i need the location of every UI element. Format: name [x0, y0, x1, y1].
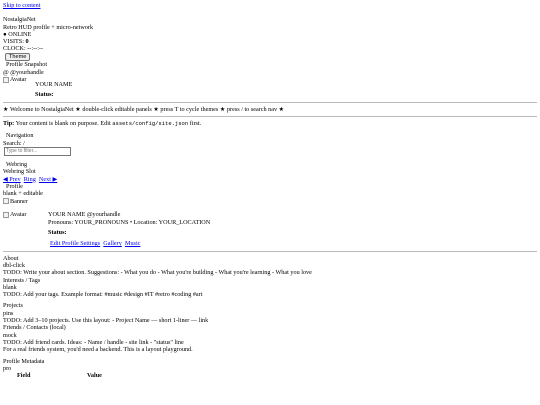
profile-avatar: Avatar: [3, 211, 26, 218]
friends-mode: mock: [3, 331, 17, 339]
welcome-marquee: ★ Welcome to NostalgiaNet ★ double-click…: [3, 105, 285, 113]
skip-to-content-link[interactable]: Skip to content: [3, 2, 40, 9]
profile-title: Profile: [6, 182, 23, 190]
webring-ring-link[interactable]: Ring: [24, 176, 36, 183]
navigation-title: Navigation: [6, 132, 34, 140]
config-path: assets/config/site.json: [112, 120, 189, 128]
metadata-mode: pro: [3, 364, 12, 372]
theme-button[interactable]: Theme: [5, 52, 31, 62]
friends-note: For a real friends system, you'd need a …: [3, 346, 193, 354]
snapshot-title: Profile Snapshot: [6, 61, 48, 69]
visits-counter: VISITS: 0: [3, 38, 29, 46]
profile-pronouns-location: Pronouns: YOUR_PRONOUNS • Location: YOUR…: [48, 218, 211, 226]
broken-image-icon: [3, 212, 9, 219]
interests-mode: blank: [3, 283, 17, 291]
about-mode: dbl-click: [3, 261, 25, 269]
snapshot-avatar: Avatar: [3, 76, 26, 83]
metadata-table: Field Value: [3, 372, 102, 379]
metadata-title: Profile Metadata: [3, 357, 45, 365]
online-status: ● ONLINE: [3, 30, 32, 38]
page: Skip to content NostalgiaNet Retro HUD p…: [3, 2, 537, 379]
edit-profile-settings-link[interactable]: Edit Profile Settings: [50, 240, 100, 247]
divider: [3, 101, 537, 103]
friends-section: Friends / Contacts (local) mock TODO: Ad…: [3, 324, 537, 353]
profile-banner: Banner: [3, 198, 28, 205]
navigation-panel: Navigation Search: / Type to filter...: [3, 132, 537, 157]
webring-next-link[interactable]: Next ▶: [39, 176, 57, 183]
brand-tagline: Retro HUD profile + micro-network: [3, 23, 94, 31]
clock-value: --:--:--: [27, 45, 44, 53]
profile-status-label: Status:: [48, 229, 67, 237]
webring-prev-link[interactable]: ◀ Prev: [3, 176, 21, 183]
profile-panel: Profile blank + editable Banner Avatar Y…: [3, 183, 537, 248]
gallery-link[interactable]: Gallery: [103, 240, 122, 247]
snapshot-name: YOUR NAME: [35, 80, 73, 88]
profile-name-handle: YOUR NAME @yourhandle: [48, 211, 121, 219]
metadata-field-header: Field: [17, 372, 31, 380]
projects-body[interactable]: TODO: Add 3–10 projects. Use this layout…: [3, 317, 537, 324]
interests-title: Interests / Tags: [3, 276, 41, 284]
tip-label: Tip:: [3, 120, 15, 128]
webring-panel: Webring Webring Slot ◀ Prev Ring Next ▶: [3, 161, 537, 183]
visits-value: 0: [25, 38, 29, 46]
header: NostalgiaNet Retro HUD profile + micro-n…: [3, 16, 537, 62]
projects-section: Projects pins TODO: Add 3–10 projects. U…: [3, 302, 537, 324]
divider: [3, 250, 537, 252]
projects-title: Projects: [3, 302, 23, 310]
metadata-section: Profile Metadata pro Field Value: [3, 358, 537, 380]
clock: CLOCK: --:--:--: [3, 45, 44, 53]
projects-mode: pins: [3, 309, 14, 317]
search-hint: Search: /: [3, 139, 25, 147]
webring-slot: Webring Slot: [3, 168, 36, 176]
snapshot-handle: @ @yourhandle: [3, 68, 44, 76]
friends-title: Friends / Contacts (local): [3, 324, 66, 332]
nav-filter-input[interactable]: Type to filter...: [4, 147, 71, 157]
brand-name: NostalgiaNet: [3, 16, 36, 24]
webring-title: Webring: [6, 161, 28, 169]
snapshot-status-label: Status:: [35, 91, 54, 99]
interests-body[interactable]: TODO: Add your tags. Example format: #mu…: [3, 291, 537, 298]
about-title: About: [3, 254, 19, 262]
metadata-header-row: Field Value: [3, 372, 102, 379]
divider: [3, 116, 537, 118]
friends-body[interactable]: TODO: Add friend cards. Ideas: - Name / …: [3, 339, 537, 346]
interests-section: Interests / Tags blank TODO: Add your ta…: [3, 277, 537, 299]
broken-image-icon: [3, 198, 9, 205]
profile-mode: blank + editable: [3, 190, 43, 198]
about-section: About dbl-click TODO: Write your about s…: [3, 255, 537, 277]
metadata-value-header: Value: [87, 372, 102, 380]
tip: Tip: Your content is blank on purpose. E…: [3, 120, 202, 128]
music-link[interactable]: Music: [125, 240, 140, 247]
about-body[interactable]: TODO: Write your about section. Suggesti…: [3, 269, 537, 276]
profile-snapshot: Profile Snapshot @ @yourhandle Avatar YO…: [3, 61, 537, 99]
broken-image-icon: [3, 76, 9, 83]
